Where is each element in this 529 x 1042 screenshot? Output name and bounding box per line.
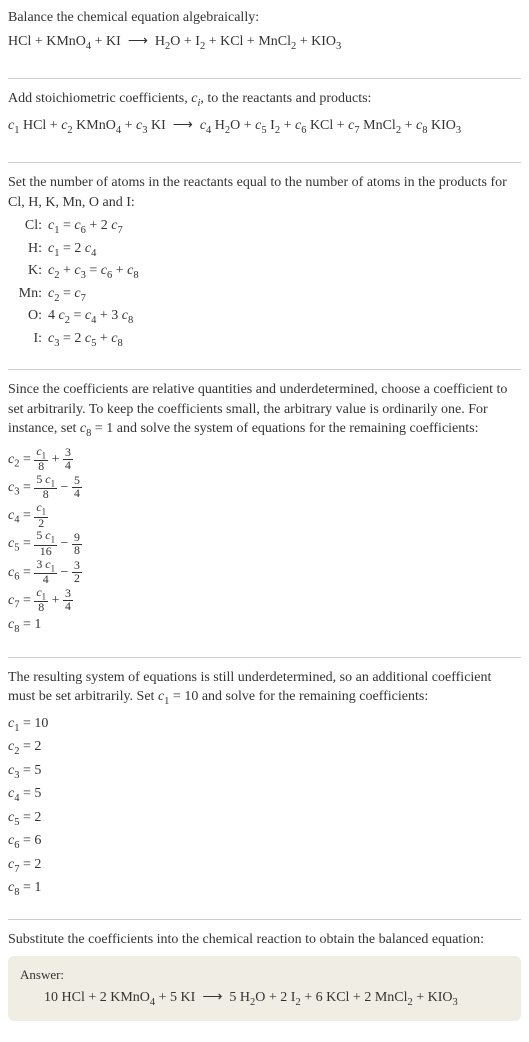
section-answer: Substitute the coefficients into the che…: [8, 930, 521, 1028]
atom-eq: c3 = 2 c5 + c8: [48, 329, 123, 351]
stoich-equation: c1 HCl + c2 KMnO4 + c3 KI ⟶ c4 H2O + c5 …: [8, 116, 521, 138]
coeff-row: c2 = 2: [8, 737, 521, 759]
coeff-row: c3 = 5 c18 − 54: [8, 474, 521, 501]
atom-eq: c1 = c6 + 2 c7: [48, 216, 123, 238]
atom-eq: 4 c2 = c4 + 3 c8: [48, 306, 133, 328]
divider: [8, 162, 521, 163]
coeff-row: c1 = 10: [8, 714, 521, 736]
atom-eq: c2 = c7: [48, 284, 86, 306]
atom-row: K: c2 + c3 = c6 + c8: [16, 261, 521, 283]
underdet-text: Since the coefficients are relative quan…: [8, 380, 521, 442]
coeff-row: c4 = 5: [8, 784, 521, 806]
frac-coeff-list: c2 = c18 + 34 c3 = 5 c18 − 54 c4 = c12 c…: [8, 446, 521, 638]
atom-label: I:: [16, 329, 48, 349]
coeff-row: c6 = 6: [8, 831, 521, 853]
divider: [8, 919, 521, 920]
coeff-row: c4 = c12: [8, 502, 521, 529]
atom-label: O:: [16, 306, 48, 326]
coeff-row: c7 = c18 + 34: [8, 587, 521, 614]
underdet2-text: The resulting system of equations is sti…: [8, 668, 521, 710]
substitute-text: Substitute the coefficients into the che…: [8, 930, 521, 950]
atom-eq: c2 + c3 = c6 + c8: [48, 261, 139, 283]
atom-eq: c1 = 2 c4: [48, 239, 96, 261]
divider: [8, 657, 521, 658]
stoich-text: Add stoichiometric coefficients, ci, to …: [8, 89, 521, 111]
atom-label: H:: [16, 239, 48, 259]
coeff-row: c7 = 2: [8, 855, 521, 877]
atom-row: Cl: c1 = c6 + 2 c7: [16, 216, 521, 238]
atom-label: Cl:: [16, 216, 48, 236]
coeff-row: c8 = 1: [8, 615, 521, 637]
coeff-row: c5 = 5 c116 − 98: [8, 530, 521, 557]
section-underdet: Since the coefficients are relative quan…: [8, 380, 521, 646]
section-stoich: Add stoichiometric coefficients, ci, to …: [8, 89, 521, 152]
section-underdet2: The resulting system of equations is sti…: [8, 668, 521, 910]
final-coeff-list: c1 = 10 c2 = 2 c3 = 5 c4 = 5 c5 = 2 c6 =…: [8, 714, 521, 901]
answer-equation: 10 HCl + 2 KMnO4 + 5 KI ⟶ 5 H2O + 2 I2 +…: [20, 988, 509, 1010]
title-text: Balance the chemical equation algebraica…: [8, 8, 521, 28]
section-atoms: Set the number of atoms in the reactants…: [8, 173, 521, 359]
divider: [8, 78, 521, 79]
atom-row: O: 4 c2 = c4 + 3 c8: [16, 306, 521, 328]
main-equation: HCl + KMnO4 + KI ⟶ H2O + I2 + KCl + MnCl…: [8, 32, 521, 54]
answer-label: Answer:: [20, 966, 509, 984]
coeff-row: c6 = 3 c14 − 32: [8, 559, 521, 586]
atom-table: Cl: c1 = c6 + 2 c7 H: c1 = 2 c4 K: c2 + …: [16, 216, 521, 351]
atom-row: I: c3 = 2 c5 + c8: [16, 329, 521, 351]
coeff-row: c3 = 5: [8, 761, 521, 783]
coeff-row: c5 = 2: [8, 808, 521, 830]
answer-box: Answer: 10 HCl + 2 KMnO4 + 5 KI ⟶ 5 H2O …: [8, 956, 521, 1021]
atom-row: H: c1 = 2 c4: [16, 239, 521, 261]
section-title: Balance the chemical equation algebraica…: [8, 8, 521, 68]
coeff-row: c2 = c18 + 34: [8, 446, 521, 473]
divider: [8, 369, 521, 370]
coeff-row: c8 = 1: [8, 878, 521, 900]
atom-label: K:: [16, 261, 48, 281]
atom-intro: Set the number of atoms in the reactants…: [8, 173, 521, 212]
atom-label: Mn:: [16, 284, 48, 304]
atom-row: Mn: c2 = c7: [16, 284, 521, 306]
